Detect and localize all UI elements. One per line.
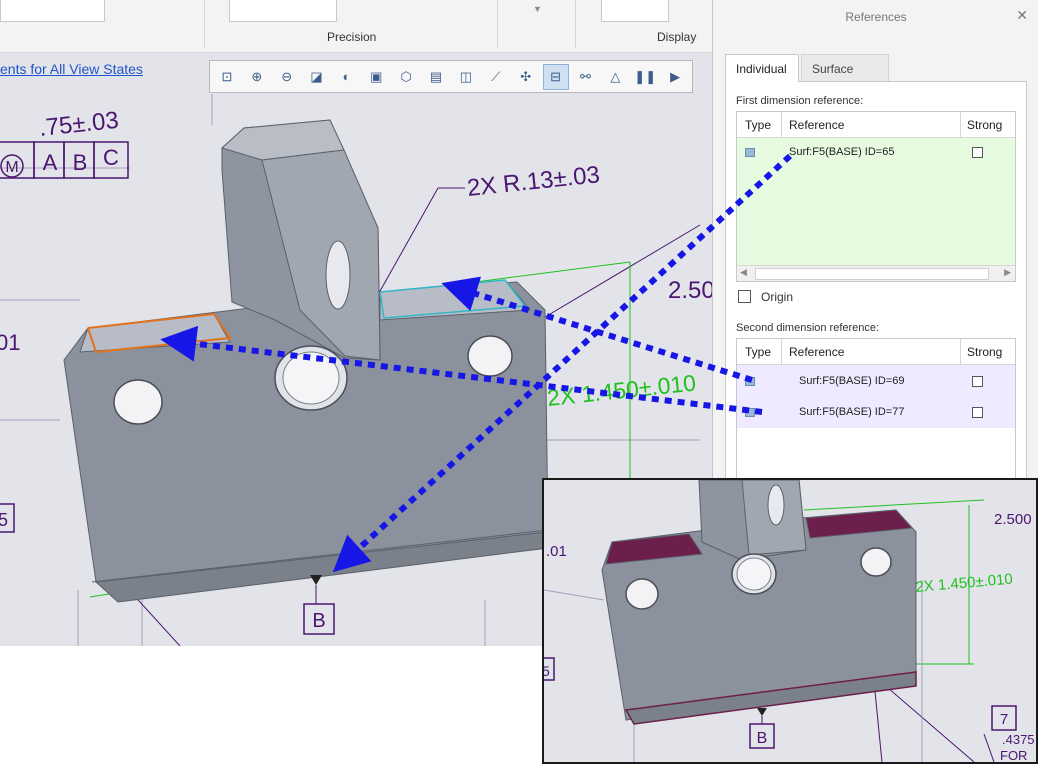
table-row[interactable]: Surf:F5(BASE) ID=69 — [737, 367, 1015, 396]
dimension-2-50: 2.50 — [668, 277, 712, 304]
tab-individual[interactable]: Individual — [725, 54, 799, 82]
dimension-01: 01 — [0, 330, 20, 355]
reference-value: Surf:F5(BASE) ID=77 — [799, 406, 905, 418]
fragment-5: 5 — [0, 510, 8, 530]
tab-surface-sets[interactable]: Surface Sets — [801, 54, 889, 104]
origin-checkbox[interactable] — [738, 290, 751, 303]
inset-dimension-1-450: 2X 1.450±.010 — [915, 571, 1014, 596]
column-reference: Reference — [789, 345, 845, 359]
close-icon[interactable]: ✕ — [1016, 7, 1028, 24]
inset-fragment-4375: .4375 — [1002, 732, 1035, 747]
column-strong: Strong — [967, 118, 1003, 132]
origin-option[interactable]: Origin — [738, 290, 793, 304]
strong-checkbox[interactable] — [972, 376, 983, 387]
second-reference-label: Second dimension reference: — [736, 322, 880, 334]
inset-fragment-5: 5 — [544, 663, 550, 679]
surface-type-icon — [745, 377, 755, 386]
second-reference-table: Type Reference Strong Surf:F5(BASE) ID=6… — [736, 338, 1016, 478]
table-row[interactable]: Surf:F5(BASE) ID=77 — [737, 398, 1015, 427]
first-reference-label: First dimension reference: — [736, 95, 864, 107]
column-type: Type — [745, 345, 772, 359]
inset-datum-b: B — [757, 730, 768, 747]
radius-dimension: 2X R.13±.03 — [466, 161, 601, 202]
fcf-c-label: C — [103, 145, 119, 170]
references-panel: References ✕ Individual Surface Sets Fir… — [712, 0, 1038, 478]
panel-title: References — [845, 10, 907, 24]
scroll-left-icon[interactable]: ◀ — [740, 267, 747, 278]
first-reference-table: Type Reference Strong Surf:F5(BASE) ID=6… — [736, 111, 1016, 282]
reference-value: Surf:F5(BASE) ID=65 — [789, 146, 895, 158]
table-header: Type Reference Strong — [737, 112, 1015, 138]
tab-content: First dimension reference: Type Referenc… — [725, 81, 1027, 478]
datum-b-label: B — [312, 610, 325, 632]
surface-type-icon — [745, 408, 755, 417]
column-strong: Strong — [967, 345, 1003, 359]
horizontal-scrollbar[interactable]: ◀ ▶ — [737, 265, 1015, 281]
table-header: Type Reference Strong — [737, 339, 1015, 365]
strong-checkbox[interactable] — [972, 147, 983, 158]
inset-canvas: B 2.500 2X 1.450±.010 .01 5 7 .4375 FOR — [544, 480, 1035, 762]
strong-checkbox[interactable] — [972, 407, 983, 418]
column-type: Type — [745, 118, 772, 132]
inset-dimension-01: .01 — [546, 543, 567, 560]
inset-fragment-7: 7 — [1000, 711, 1008, 728]
scroll-right-icon[interactable]: ▶ — [1004, 267, 1011, 278]
inset-view: B 2.500 2X 1.450±.010 .01 5 7 .4375 FOR — [542, 478, 1038, 764]
dimension-1-450: 2X 1.450±.010 — [546, 369, 697, 410]
fcf-b-label: B — [73, 150, 88, 175]
table-row[interactable]: Surf:F5(BASE) ID=65 — [737, 138, 1015, 167]
reference-value: Surf:F5(BASE) ID=69 — [799, 375, 905, 387]
column-reference: Reference — [789, 118, 845, 132]
inset-dimension-2-500: 2.500 — [994, 511, 1032, 528]
origin-label: Origin — [761, 290, 794, 304]
inset-fragment-for: FOR — [1000, 748, 1027, 762]
tolerance-top-label: .75±.03 — [38, 107, 120, 142]
surface-type-icon — [745, 148, 755, 157]
fcf-a-label: A — [43, 150, 58, 175]
fcf-m-label: M — [5, 159, 18, 176]
